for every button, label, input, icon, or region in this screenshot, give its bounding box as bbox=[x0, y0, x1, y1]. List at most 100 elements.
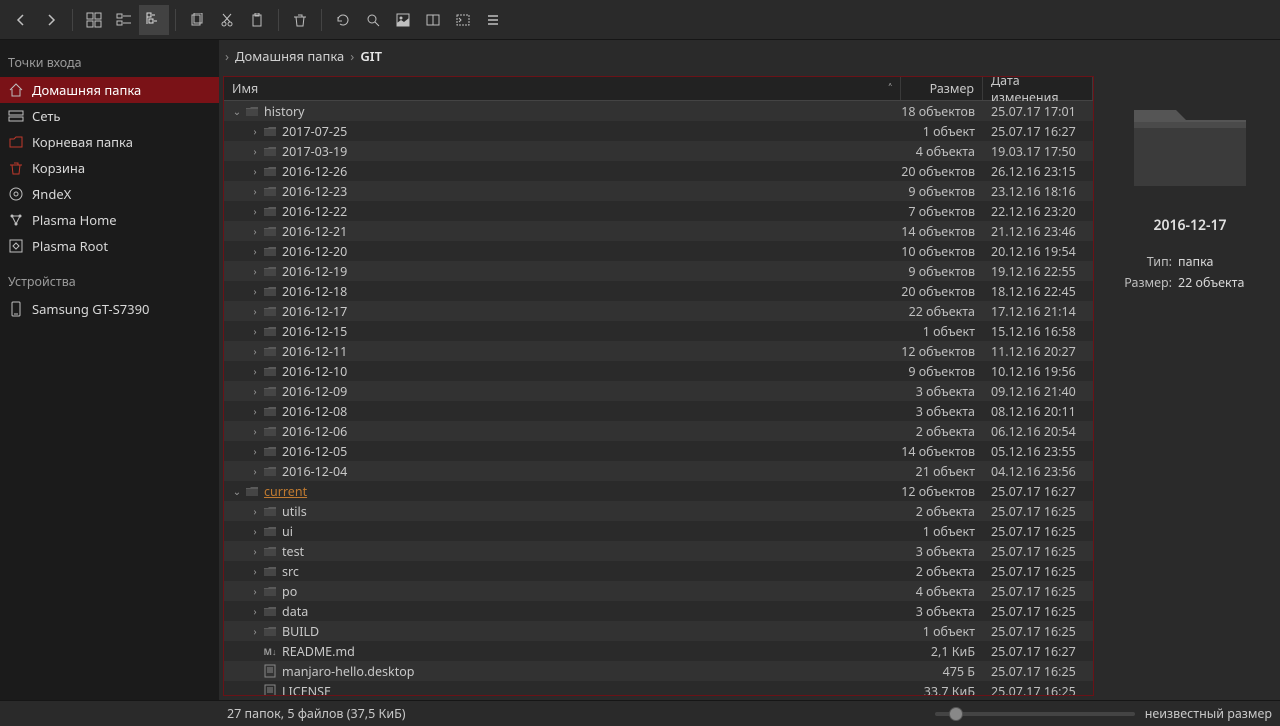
expand-icon[interactable]: › bbox=[248, 444, 262, 458]
expand-icon[interactable]: › bbox=[248, 284, 262, 298]
expand-icon[interactable]: › bbox=[248, 124, 262, 138]
file-row[interactable]: ›2016-12-23 9 объектов 23.12.16 18:16 bbox=[224, 181, 1093, 201]
file-row[interactable]: ›src 2 объекта 25.07.17 16:25 bbox=[224, 561, 1093, 581]
file-row[interactable]: ›2017-07-25 1 объект 25.07.17 16:27 bbox=[224, 121, 1093, 141]
expand-icon[interactable]: › bbox=[248, 424, 262, 438]
file-row[interactable]: ›ui 1 объект 25.07.17 16:25 bbox=[224, 521, 1093, 541]
file-row[interactable]: ⌄current 12 объектов 25.07.17 16:27 bbox=[224, 481, 1093, 501]
expand-icon[interactable]: › bbox=[248, 464, 262, 478]
sidebar-item-plasma[interactable]: Plasma Home bbox=[0, 207, 219, 233]
delete-button[interactable] bbox=[285, 5, 315, 35]
file-date: 09.12.16 21:40 bbox=[983, 383, 1093, 400]
expand-icon[interactable]: › bbox=[248, 164, 262, 178]
file-row[interactable]: ›2016-12-26 20 объектов 26.12.16 23:15 bbox=[224, 161, 1093, 181]
network-icon bbox=[8, 108, 24, 124]
expand-icon[interactable]: › bbox=[248, 324, 262, 338]
file-size: 1 объект bbox=[901, 523, 983, 540]
file-row[interactable]: ›test 3 объекта 25.07.17 16:25 bbox=[224, 541, 1093, 561]
expand-icon[interactable]: › bbox=[248, 184, 262, 198]
expand-icon[interactable]: › bbox=[248, 304, 262, 318]
sidebar-item-network[interactable]: Сеть bbox=[0, 103, 219, 129]
file-row[interactable]: ›2016-12-17 22 объекта 17.12.16 21:14 bbox=[224, 301, 1093, 321]
expand-icon[interactable]: › bbox=[248, 204, 262, 218]
file-row[interactable]: ›BUILD 1 объект 25.07.17 16:25 bbox=[224, 621, 1093, 641]
file-list[interactable]: ⌄history 18 объектов 25.07.17 17:01 ›201… bbox=[224, 101, 1093, 695]
preview-button[interactable] bbox=[388, 5, 418, 35]
file-row[interactable]: ›2016-12-19 9 объектов 19.12.16 22:55 bbox=[224, 261, 1093, 281]
column-headers: Имя˄ Размер Дата изменения bbox=[224, 77, 1093, 101]
sidebar-item-root[interactable]: Корневая папка bbox=[0, 129, 219, 155]
file-row[interactable]: M↓README.md 2,1 КиБ 25.07.17 16:27 bbox=[224, 641, 1093, 661]
expand-icon[interactable]: › bbox=[248, 404, 262, 418]
expand-icon[interactable]: › bbox=[248, 384, 262, 398]
view-icons-button[interactable] bbox=[79, 5, 109, 35]
expand-icon[interactable]: › bbox=[248, 364, 262, 378]
expand-icon[interactable] bbox=[248, 664, 262, 678]
sidebar-item-home[interactable]: Домашняя папка bbox=[0, 77, 219, 103]
file-row[interactable]: ›2016-12-20 10 объектов 20.12.16 19:54 bbox=[224, 241, 1093, 261]
sidebar-item-trash[interactable]: Корзина bbox=[0, 155, 219, 181]
back-button[interactable] bbox=[6, 5, 36, 35]
file-date: 22.12.16 23:20 bbox=[983, 203, 1093, 220]
expand-icon[interactable]: › bbox=[248, 544, 262, 558]
file-row[interactable]: ›2016-12-15 1 объект 15.12.16 16:58 bbox=[224, 321, 1093, 341]
file-row[interactable]: ›utils 2 объекта 25.07.17 16:25 bbox=[224, 501, 1093, 521]
file-name: src bbox=[282, 563, 299, 580]
expand-icon[interactable]: › bbox=[248, 524, 262, 538]
terminal-button[interactable] bbox=[448, 5, 478, 35]
search-button[interactable] bbox=[358, 5, 388, 35]
file-row[interactable]: ›2016-12-04 21 объект 04.12.16 23:56 bbox=[224, 461, 1093, 481]
view-details-button[interactable] bbox=[139, 5, 169, 35]
file-row[interactable]: LICENSE 33,7 КиБ 25.07.17 16:25 bbox=[224, 681, 1093, 695]
forward-button[interactable] bbox=[36, 5, 66, 35]
file-row[interactable]: ›2016-12-22 7 объектов 22.12.16 23:20 bbox=[224, 201, 1093, 221]
expand-icon[interactable]: › bbox=[248, 264, 262, 278]
file-row[interactable]: ›2016-12-06 2 объекта 06.12.16 20:54 bbox=[224, 421, 1093, 441]
file-name: 2016-12-10 bbox=[282, 363, 347, 380]
sidebar-device-item[interactable]: Samsung GT-S7390 bbox=[0, 296, 219, 322]
expand-icon[interactable] bbox=[248, 684, 262, 695]
file-size: 3 объекта bbox=[901, 383, 983, 400]
breadcrumb-item[interactable]: GIT bbox=[354, 47, 388, 65]
expand-icon[interactable]: ⌄ bbox=[230, 104, 244, 118]
file-row[interactable]: ›2017-03-19 4 объекта 19.03.17 17:50 bbox=[224, 141, 1093, 161]
expand-icon[interactable]: ⌄ bbox=[230, 484, 244, 498]
cut-button[interactable] bbox=[212, 5, 242, 35]
split-button[interactable] bbox=[418, 5, 448, 35]
file-row[interactable]: manjaro-hello.desktop 475 Б 25.07.17 16:… bbox=[224, 661, 1093, 681]
expand-icon[interactable]: › bbox=[248, 224, 262, 238]
column-size[interactable]: Размер bbox=[901, 77, 983, 100]
file-row[interactable]: ›2016-12-09 3 объекта 09.12.16 21:40 bbox=[224, 381, 1093, 401]
copy-button[interactable] bbox=[182, 5, 212, 35]
zoom-slider[interactable] bbox=[935, 712, 1135, 716]
file-date: 26.12.16 23:15 bbox=[983, 163, 1093, 180]
expand-icon[interactable]: › bbox=[248, 604, 262, 618]
file-row[interactable]: ›2016-12-10 9 объектов 10.12.16 19:56 bbox=[224, 361, 1093, 381]
column-date[interactable]: Дата изменения bbox=[983, 77, 1093, 100]
paste-button[interactable] bbox=[242, 5, 272, 35]
file-row[interactable]: ›2016-12-11 12 объектов 11.12.16 20:27 bbox=[224, 341, 1093, 361]
file-row[interactable]: ›2016-12-05 14 объектов 05.12.16 23:55 bbox=[224, 441, 1093, 461]
expand-icon[interactable]: › bbox=[248, 344, 262, 358]
column-name[interactable]: Имя˄ bbox=[224, 77, 901, 100]
expand-icon[interactable]: › bbox=[248, 244, 262, 258]
expand-icon[interactable] bbox=[248, 644, 262, 658]
view-compact-button[interactable] bbox=[109, 5, 139, 35]
file-row[interactable]: ›data 3 объекта 25.07.17 16:25 bbox=[224, 601, 1093, 621]
file-row[interactable]: ›2016-12-08 3 объекта 08.12.16 20:11 bbox=[224, 401, 1093, 421]
file-row[interactable]: ›2016-12-21 14 объектов 21.12.16 23:46 bbox=[224, 221, 1093, 241]
reload-button[interactable] bbox=[328, 5, 358, 35]
expand-icon[interactable]: › bbox=[248, 624, 262, 638]
expand-icon[interactable]: › bbox=[248, 144, 262, 158]
expand-icon[interactable]: › bbox=[248, 504, 262, 518]
breadcrumb-item[interactable]: Домашняя папка bbox=[229, 47, 350, 65]
sidebar-item-plasma-root[interactable]: Plasma Root bbox=[0, 233, 219, 259]
menu-button[interactable] bbox=[478, 5, 508, 35]
file-row[interactable]: ⌄history 18 объектов 25.07.17 17:01 bbox=[224, 101, 1093, 121]
file-row[interactable]: ›po 4 объекта 25.07.17 16:25 bbox=[224, 581, 1093, 601]
file-row[interactable]: ›2016-12-18 20 объектов 18.12.16 22:45 bbox=[224, 281, 1093, 301]
expand-icon[interactable]: › bbox=[248, 584, 262, 598]
file-size: 10 объектов bbox=[901, 243, 983, 260]
sidebar-item-yandex[interactable]: ЯndeX bbox=[0, 181, 219, 207]
expand-icon[interactable]: › bbox=[248, 564, 262, 578]
